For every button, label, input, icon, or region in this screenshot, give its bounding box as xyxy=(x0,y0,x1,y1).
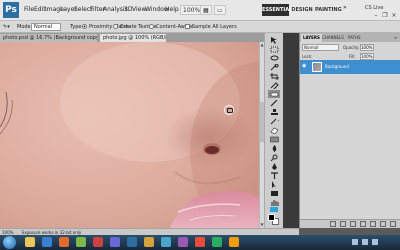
layer-name: Background xyxy=(325,64,349,69)
minimize-icon[interactable]: – xyxy=(372,12,380,20)
opacity-input[interactable]: 100% xyxy=(360,44,374,51)
eyedropper-tool-icon[interactable] xyxy=(268,81,280,89)
menu-help[interactable]: Help xyxy=(165,6,179,13)
marquee-tool-icon[interactable] xyxy=(268,45,280,53)
link-layers-icon[interactable] xyxy=(330,221,336,227)
ie-taskbar-icon[interactable] xyxy=(42,237,52,247)
layer-style-icon[interactable] xyxy=(340,221,346,227)
move-tool-icon[interactable] xyxy=(268,36,280,44)
face-photo xyxy=(0,42,259,228)
start-button[interactable] xyxy=(3,236,16,249)
type-tool-icon[interactable] xyxy=(268,171,280,179)
history-brush-tool-icon[interactable] xyxy=(268,117,280,125)
layers-panel: LAYERS CHANNELS PATHS ≡ Normal Opacity: … xyxy=(299,33,400,228)
tab-layers[interactable]: LAYERS xyxy=(301,34,322,42)
fill-input[interactable]: 100% xyxy=(360,53,374,60)
menu-file[interactable]: File xyxy=(24,6,34,13)
add-mask-icon[interactable] xyxy=(350,221,356,227)
media-taskbar-icon[interactable] xyxy=(59,237,69,247)
explorer-taskbar-icon[interactable] xyxy=(25,237,35,247)
windows-taskbar xyxy=(0,235,400,250)
create-texture-radio[interactable] xyxy=(113,24,118,29)
app3-taskbar-icon[interactable] xyxy=(178,237,188,247)
collapsed-panel-dock xyxy=(283,33,299,228)
content-aware-radio[interactable] xyxy=(149,24,154,29)
arrange-documents-icon[interactable]: ▦ xyxy=(200,5,212,15)
new-group-icon[interactable] xyxy=(370,221,376,227)
opacity-label: Opacity: xyxy=(343,45,360,50)
tray-flag-icon[interactable] xyxy=(372,239,378,245)
status-bar: 100% Exposure works in 32-bit only xyxy=(0,228,299,235)
blend-mode-select[interactable]: Normal xyxy=(302,44,339,51)
shape-tool-icon[interactable] xyxy=(268,189,280,197)
options-bar: ✎▾ Mode: Normal Type: Proximity Match Cr… xyxy=(0,21,400,33)
layers-panel-tabs: LAYERS CHANNELS PATHS ≡ xyxy=(300,33,400,42)
pen-tool-icon[interactable] xyxy=(268,162,280,170)
photoshop-logo-icon: Ps xyxy=(3,2,19,18)
layer-row-background[interactable]: ◉ Background xyxy=(300,60,400,74)
photoshop-taskbar-icon[interactable] xyxy=(127,237,137,247)
adjustment-layer-icon[interactable] xyxy=(360,221,366,227)
messenger-taskbar-icon[interactable] xyxy=(110,237,120,247)
layer-thumbnail xyxy=(312,62,322,72)
tools-panel xyxy=(264,33,283,228)
proximity-match-radio[interactable] xyxy=(82,24,87,29)
blur-tool-icon[interactable] xyxy=(268,144,280,152)
workspace-essentials[interactable]: ESSENTIALS xyxy=(262,4,296,16)
document-tab-bar: photo.psd @ 16.7% (Background copy 2, RG… xyxy=(0,33,283,42)
gradient-tool-icon[interactable] xyxy=(268,135,280,143)
workspace-more-icon[interactable]: » xyxy=(343,4,347,11)
hand-tool-icon[interactable] xyxy=(268,198,280,206)
tab-channels[interactable]: CHANNELS xyxy=(320,34,346,42)
spot-healing-brush-tool-icon[interactable] xyxy=(268,90,280,98)
sample-all-layers-label: Sample All Layers xyxy=(192,24,237,30)
tab-paths[interactable]: PATHS xyxy=(346,34,363,42)
new-layer-icon[interactable] xyxy=(380,221,386,227)
clone-stamp-tool-icon[interactable] xyxy=(268,108,280,116)
close-icon[interactable]: × xyxy=(390,12,398,20)
crop-tool-icon[interactable] xyxy=(268,72,280,80)
cs-live-button[interactable]: CS Live xyxy=(365,5,383,11)
document-tab-psd[interactable]: photo.psd @ 16.7% (Background copy 2, RG… xyxy=(0,34,97,42)
layers-panel-footer xyxy=(300,219,400,228)
menu-edit[interactable]: Edit xyxy=(34,6,46,13)
workspace-design[interactable]: DESIGN xyxy=(291,4,313,16)
brush-tool-icon[interactable] xyxy=(268,99,280,107)
quick-selection-tool-icon[interactable] xyxy=(268,63,280,71)
app4-taskbar-icon[interactable] xyxy=(195,237,205,247)
restore-icon[interactable]: ❐ xyxy=(381,12,389,20)
visibility-eye-icon[interactable]: ◉ xyxy=(302,64,308,69)
app-taskbar-icon[interactable] xyxy=(76,237,86,247)
folder-taskbar-icon[interactable] xyxy=(144,237,154,247)
delete-layer-icon[interactable] xyxy=(390,221,396,227)
photoshop-window: Ps File Edit Image Layer Select Filter A… xyxy=(0,0,400,250)
quick-mask-icon[interactable] xyxy=(270,207,278,212)
foreground-color-swatch[interactable] xyxy=(268,214,275,221)
sample-all-layers-checkbox[interactable] xyxy=(185,24,190,29)
screen-mode-icon[interactable]: ▭ xyxy=(214,5,226,15)
path-selection-tool-icon[interactable] xyxy=(268,180,280,188)
browser-taskbar-icon[interactable] xyxy=(93,237,103,247)
menu-bar: Ps File Edit Image Layer Select Filter A… xyxy=(0,0,400,21)
lasso-tool-icon[interactable] xyxy=(268,54,280,62)
app5-taskbar-icon[interactable] xyxy=(212,237,222,247)
eraser-tool-icon[interactable] xyxy=(268,126,280,134)
panel-menu-icon[interactable]: ≡ xyxy=(392,34,399,42)
image-canvas[interactable] xyxy=(0,42,259,228)
tray-volume-icon[interactable] xyxy=(362,239,368,245)
app6-taskbar-icon[interactable] xyxy=(229,237,239,247)
mode-select[interactable]: Normal xyxy=(31,23,61,31)
workspace-painting[interactable]: PAINTING xyxy=(315,4,342,16)
document-tab-jpg[interactable]: photo.jpg @ 100% (RGB/8*) xyxy=(100,34,166,42)
healing-brush-cursor xyxy=(224,105,234,115)
tray-network-icon[interactable] xyxy=(352,239,358,245)
dodge-tool-icon[interactable] xyxy=(268,153,280,161)
app2-taskbar-icon[interactable] xyxy=(161,237,171,247)
tool-preset-icon[interactable]: ✎▾ xyxy=(3,23,10,31)
